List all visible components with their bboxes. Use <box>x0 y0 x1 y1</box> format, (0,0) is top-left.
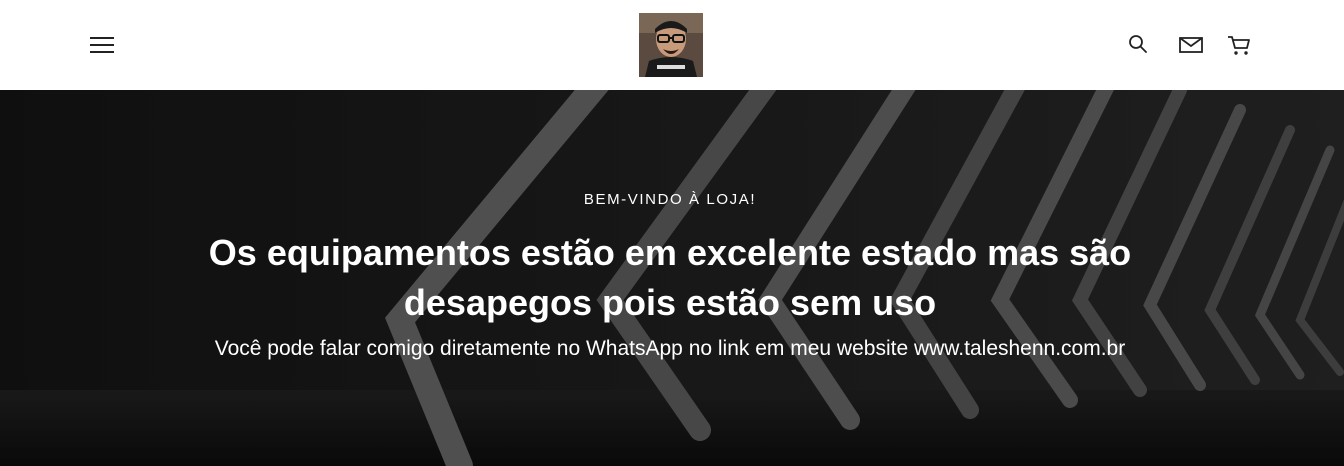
site-header <box>0 0 1344 90</box>
hero-content: BEM-VINDO À LOJA! Os equipamentos estão … <box>0 90 1344 466</box>
hero-headline: Os equipamentos estão em excelente estad… <box>208 232 1132 323</box>
cart-icon <box>1228 36 1250 55</box>
hero-banner: BEM-VINDO À LOJA! Os equipamentos estão … <box>0 90 1344 466</box>
logo-avatar[interactable] <box>639 13 703 77</box>
menu-line <box>90 44 114 46</box>
menu-line <box>90 37 114 39</box>
search-icon <box>1129 35 1147 53</box>
search-button[interactable] <box>1128 34 1148 54</box>
contact-button[interactable] <box>1179 34 1203 54</box>
menu-button[interactable] <box>90 37 114 54</box>
mail-icon <box>1179 37 1203 53</box>
hero-subline: Você pode falar comigo diretamente no Wh… <box>214 337 1126 360</box>
cart-button[interactable] <box>1227 34 1251 56</box>
hero-eyebrow: BEM-VINDO À LOJA! <box>583 191 757 208</box>
menu-line <box>90 51 114 53</box>
avatar-image <box>639 13 703 77</box>
